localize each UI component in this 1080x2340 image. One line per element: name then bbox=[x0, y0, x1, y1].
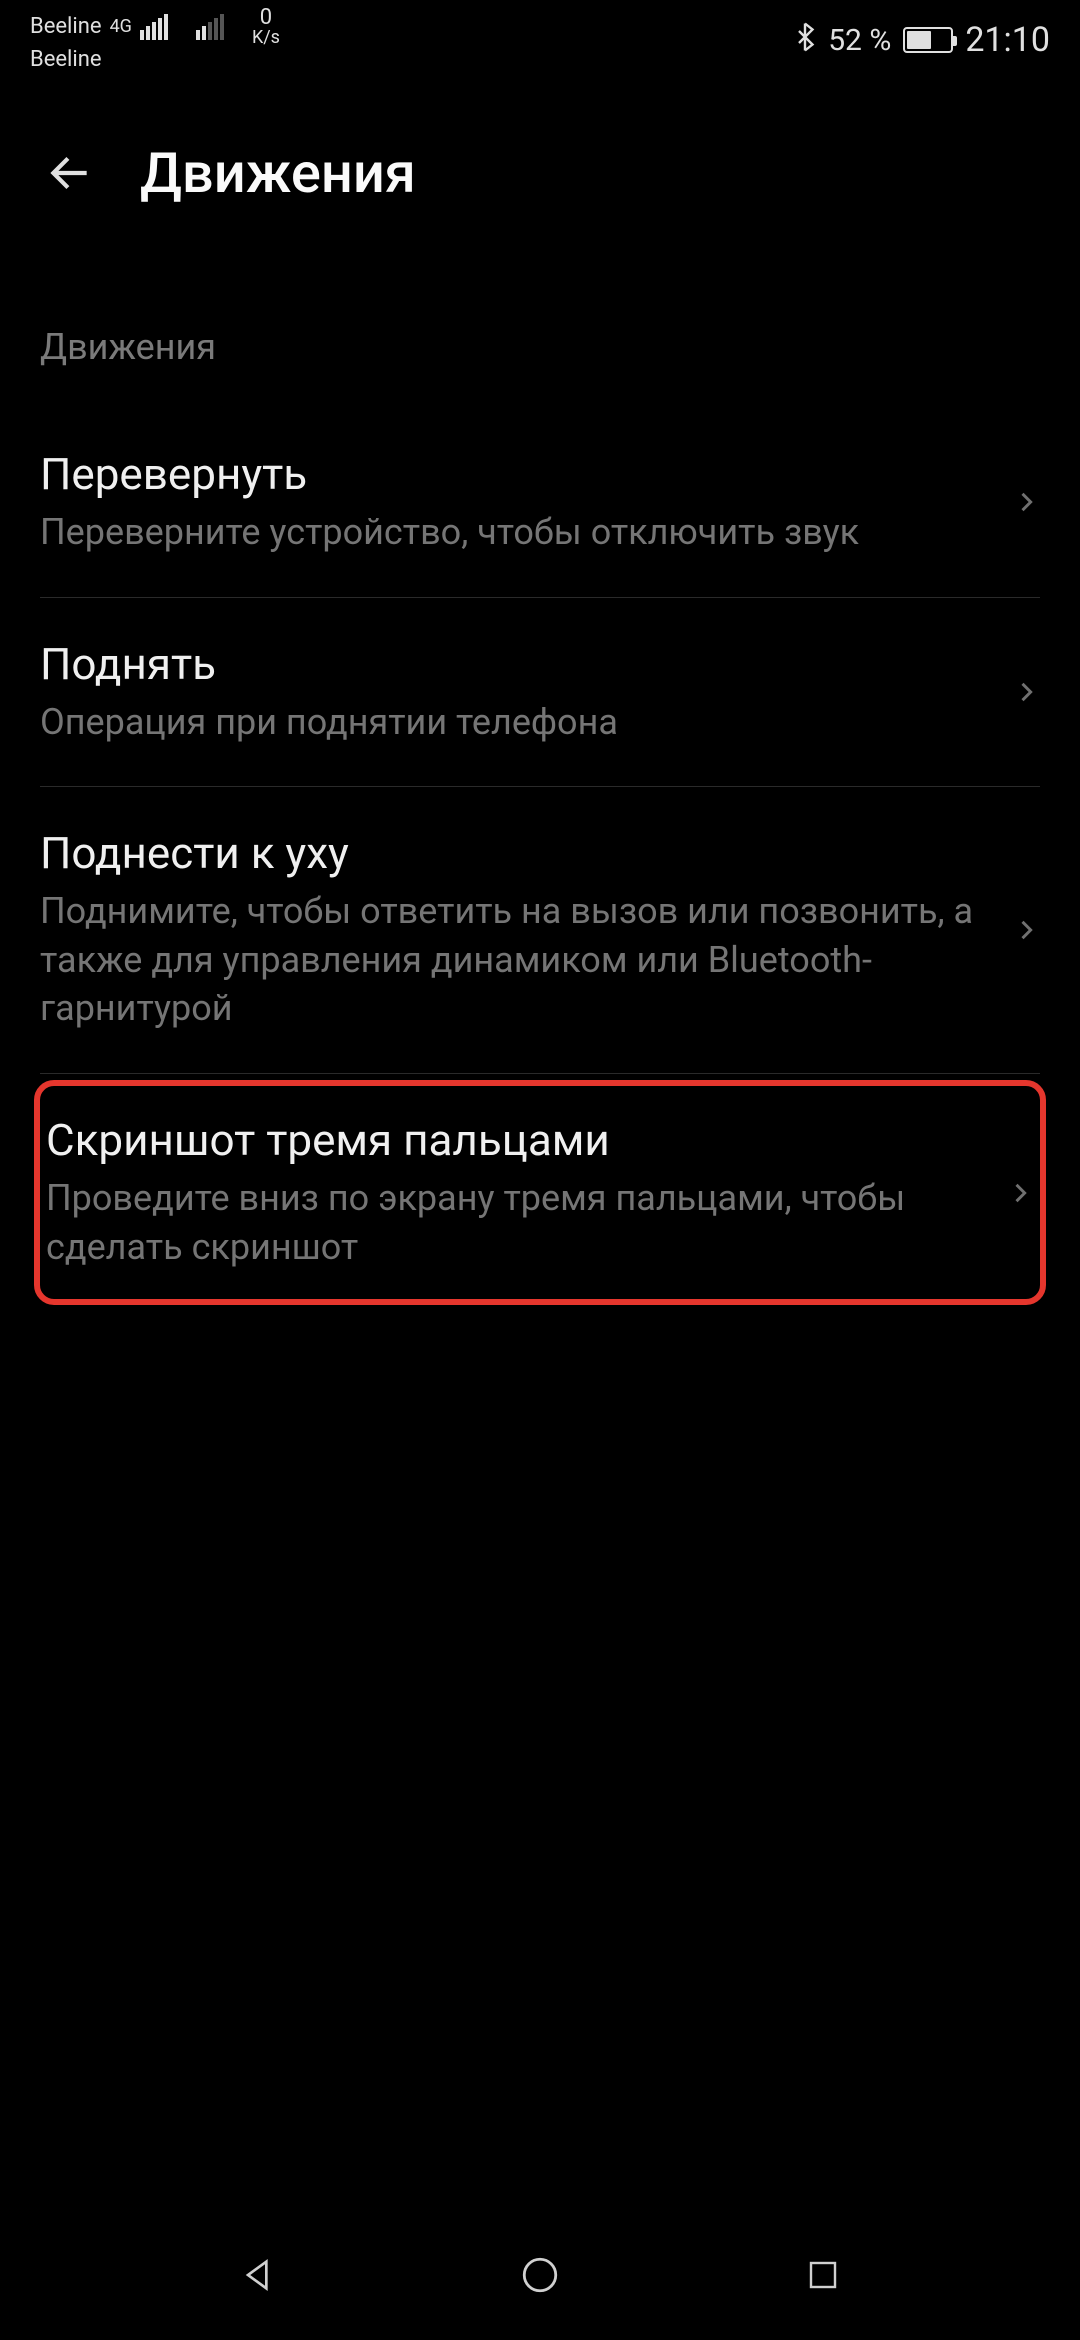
battery-icon bbox=[903, 27, 953, 53]
settings-item-title: Поднять bbox=[40, 638, 982, 690]
settings-item-wrap: Перевернуть Переверните устройство, чтобы… bbox=[40, 408, 1040, 598]
settings-item-content: Поднести к уху Поднимите, чтобы ответить … bbox=[40, 827, 1012, 1033]
status-bar: Beeline 4G 0 K/s Beeline 52 % 21:10 bbox=[0, 0, 1080, 80]
chevron-right-icon bbox=[1006, 1179, 1034, 1207]
settings-item[interactable]: Скриншот тремя пальцами Проведите вниз по… bbox=[40, 1086, 1040, 1299]
settings-item-wrap: Поднести к уху Поднимите, чтобы ответить … bbox=[40, 787, 1040, 1074]
nav-recent-button[interactable] bbox=[798, 2250, 848, 2300]
triangle-back-icon bbox=[238, 2255, 278, 2295]
settings-item-wrap: Скриншот тремя пальцами Проведите вниз по… bbox=[34, 1080, 1046, 1305]
chevron-right-icon bbox=[1012, 678, 1040, 706]
signal-bars-icon-2 bbox=[196, 14, 224, 40]
settings-item[interactable]: Перевернуть Переверните устройство, чтобы… bbox=[40, 408, 1040, 598]
back-button[interactable] bbox=[40, 143, 100, 203]
settings-item-title: Перевернуть bbox=[40, 448, 982, 500]
settings-item-title: Поднести к уху bbox=[40, 827, 982, 879]
navigation-bar bbox=[0, 2210, 1080, 2340]
carrier-2-label: Beeline bbox=[30, 47, 102, 73]
status-left: Beeline 4G 0 K/s Beeline bbox=[30, 7, 280, 73]
settings-item-subtitle: Проведите вниз по экрану тремя пальцами,… bbox=[46, 1174, 976, 1271]
settings-item-title: Скриншот тремя пальцами bbox=[46, 1114, 976, 1166]
network-type-badge: 4G bbox=[110, 16, 132, 38]
chevron-right-icon bbox=[1012, 916, 1040, 944]
settings-item-content: Скриншот тремя пальцами Проведите вниз по… bbox=[46, 1114, 1006, 1271]
settings-item-subtitle: Поднимите, чтобы ответить на вызов или п… bbox=[40, 887, 982, 1033]
settings-item-content: Перевернуть Переверните устройство, чтобы… bbox=[40, 448, 1012, 557]
nav-home-button[interactable] bbox=[515, 2250, 565, 2300]
carrier-1-label: Beeline bbox=[30, 14, 102, 40]
nav-back-button[interactable] bbox=[233, 2250, 283, 2300]
settings-item[interactable]: Поднять Операция при поднятии телефона bbox=[40, 598, 1040, 788]
data-speed: 0 K/s bbox=[252, 7, 280, 47]
square-recent-icon bbox=[805, 2257, 841, 2293]
page-title: Движения bbox=[140, 140, 416, 206]
signal-bars-icon-1 bbox=[140, 14, 168, 40]
section-header: Движения bbox=[40, 326, 1040, 368]
content: Движения Перевернуть Переверните устройст… bbox=[0, 256, 1080, 1305]
circle-home-icon bbox=[519, 2254, 561, 2296]
settings-item-subtitle: Операция при поднятии телефона bbox=[40, 698, 982, 747]
settings-list: Перевернуть Переверните устройство, чтобы… bbox=[40, 408, 1040, 1305]
clock: 21:10 bbox=[965, 20, 1050, 60]
bluetooth-icon bbox=[794, 22, 816, 59]
app-bar: Движения bbox=[0, 80, 1080, 256]
settings-item-subtitle: Переверните устройство, чтобы отключить … bbox=[40, 508, 982, 557]
settings-item-content: Поднять Операция при поднятии телефона bbox=[40, 638, 1012, 747]
status-right: 52 % 21:10 bbox=[794, 20, 1050, 60]
chevron-right-icon bbox=[1012, 488, 1040, 516]
settings-item[interactable]: Поднести к уху Поднимите, чтобы ответить … bbox=[40, 787, 1040, 1074]
battery-percent: 52 % bbox=[828, 23, 891, 58]
settings-item-wrap: Поднять Операция при поднятии телефона bbox=[40, 598, 1040, 788]
arrow-left-icon bbox=[45, 148, 95, 198]
